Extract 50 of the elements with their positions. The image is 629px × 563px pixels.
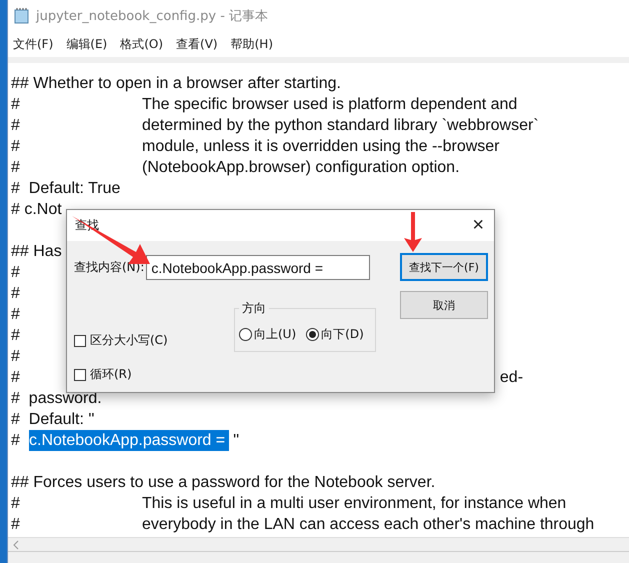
code-line: ## Whether to open in a browser after starting.	[11, 74, 341, 94]
window-title: jupyter_notebook_config.py - 记事本	[36, 8, 268, 25]
code-line: # Default: ''	[11, 410, 94, 430]
radio-label: 向上(U)	[254, 326, 296, 342]
code-line: #	[11, 347, 20, 367]
code-line: #	[11, 284, 20, 304]
code-line: module, unless it is overridden using the --browser	[142, 137, 500, 157]
code-line: The specific browser used is platform dependent and	[142, 95, 518, 115]
code-line: determined by the python standard library `webbrowser`	[142, 116, 539, 136]
checkbox[interactable]	[74, 334, 86, 346]
dialog-button[interactable]: 查找下一个(F)	[400, 253, 488, 281]
comment-mark: #	[11, 515, 21, 535]
checkbox-label: 循环(R)	[90, 366, 132, 383]
code-line: ## Has	[11, 242, 62, 262]
code-line: # password.	[11, 389, 102, 409]
code-line: (NotebookApp.browser) configuration option.	[142, 158, 460, 178]
menu-item[interactable]: 文件(F)	[13, 36, 54, 53]
radio-button[interactable]	[306, 328, 320, 340]
menu-item[interactable]: 格式(O)	[120, 36, 164, 53]
pointer-arrow	[402, 212, 424, 252]
comment-mark: #	[11, 158, 21, 178]
checkbox[interactable]	[74, 368, 86, 380]
dialog-button[interactable]: 取消	[400, 291, 488, 319]
code-line: This is useful in a multi user environment, for instance when	[142, 494, 566, 514]
comment-mark: #	[11, 116, 21, 136]
code-line: # Default: True	[11, 179, 120, 199]
code-line: ''	[233, 431, 240, 451]
code-line: # c.Not	[11, 200, 62, 220]
menu-item[interactable]: 编辑(E)	[66, 36, 108, 53]
code-line: #	[11, 326, 20, 346]
find-input[interactable]: c.NotebookApp.password =	[146, 255, 370, 280]
code-line: everybody in the LAN can access each other's machine through	[142, 515, 594, 535]
code-line: ed-	[500, 368, 524, 388]
radio-button[interactable]	[239, 328, 252, 340]
close-button[interactable]: ×	[470, 214, 486, 237]
code-line: ## Forces users to use a password for the Notebook server.	[11, 473, 436, 493]
menu-item[interactable]: 查看(V)	[176, 36, 218, 53]
comment-mark: #	[11, 494, 21, 514]
comment-mark: #	[11, 95, 21, 115]
radio-label: 向下(D)	[321, 326, 364, 342]
selected-text: c.NotebookApp.password =	[29, 430, 230, 451]
group-label: 方向	[241, 300, 267, 317]
notepad-icon	[14, 8, 30, 24]
code-line: #	[11, 368, 20, 388]
comment-mark: #	[11, 137, 21, 157]
comment-mark: #	[11, 431, 21, 451]
menu-item[interactable]: 帮助(H)	[230, 36, 273, 53]
checkbox-label: 区分大小写(C)	[90, 332, 168, 349]
code-line: #	[11, 305, 20, 325]
code-line: #	[11, 263, 20, 283]
